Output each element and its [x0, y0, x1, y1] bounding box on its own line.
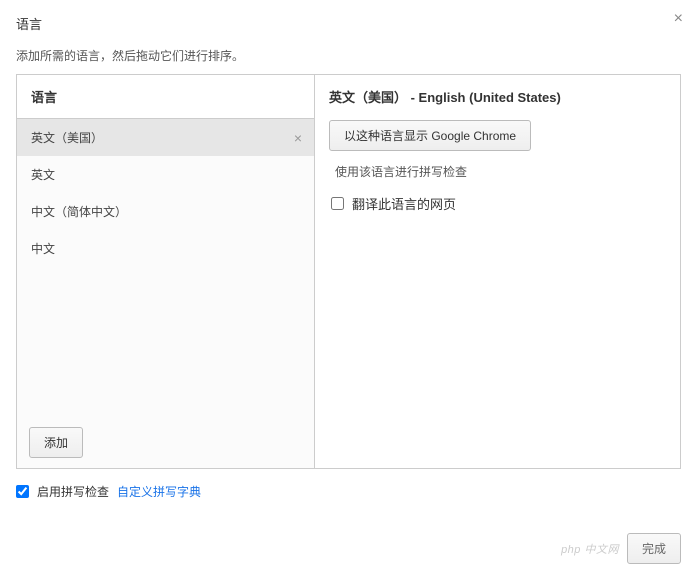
language-list: 英文（美国） × 英文 中文（简体中文） 中文	[17, 119, 314, 417]
done-button[interactable]: 完成	[627, 533, 681, 564]
watermark-text: php 中文网	[561, 541, 619, 557]
language-item[interactable]: 英文	[17, 156, 314, 193]
dialog-subtitle: 添加所需的语言，然后拖动它们进行排序。	[0, 41, 697, 74]
language-item[interactable]: 中文（简体中文）	[17, 193, 314, 230]
selected-language-header: 英文（美国） - English (United States)	[329, 87, 666, 106]
bottom-bar: php 中文网 完成	[561, 533, 681, 564]
language-list-column: 语言 英文（美国） × 英文 中文（简体中文） 中文 添加	[17, 75, 315, 468]
language-item-label: 英文（美国）	[31, 131, 103, 145]
language-item-label: 中文	[31, 242, 55, 256]
translate-checkbox[interactable]	[331, 197, 344, 210]
spellcheck-info: 使用该语言进行拼写检查	[335, 163, 666, 180]
language-detail-column: 英文（美国） - English (United States) 以这种语言显示…	[315, 75, 680, 468]
language-item[interactable]: 中文	[17, 230, 314, 267]
display-chrome-button[interactable]: 以这种语言显示 Google Chrome	[329, 120, 531, 151]
enable-spellcheck-checkbox[interactable]	[16, 485, 29, 498]
footer-row: 启用拼写检查 自定义拼写字典	[0, 469, 697, 510]
language-item-label: 中文（简体中文）	[31, 205, 127, 219]
custom-dictionary-link[interactable]: 自定义拼写字典	[117, 483, 201, 500]
language-panel: 语言 英文（美国） × 英文 中文（简体中文） 中文 添加 英文（美国） - E…	[16, 74, 681, 469]
dialog-title: 语言	[16, 17, 42, 32]
language-item[interactable]: 英文（美国） ×	[17, 119, 314, 156]
remove-language-icon[interactable]: ×	[294, 130, 302, 146]
enable-spellcheck-label: 启用拼写检查	[37, 483, 109, 500]
translate-checkbox-label: 翻译此语言的网页	[352, 194, 456, 213]
add-language-button[interactable]: 添加	[29, 427, 83, 458]
language-list-header: 语言	[17, 75, 314, 119]
language-item-label: 英文	[31, 168, 55, 182]
close-icon[interactable]: ×	[674, 10, 683, 28]
